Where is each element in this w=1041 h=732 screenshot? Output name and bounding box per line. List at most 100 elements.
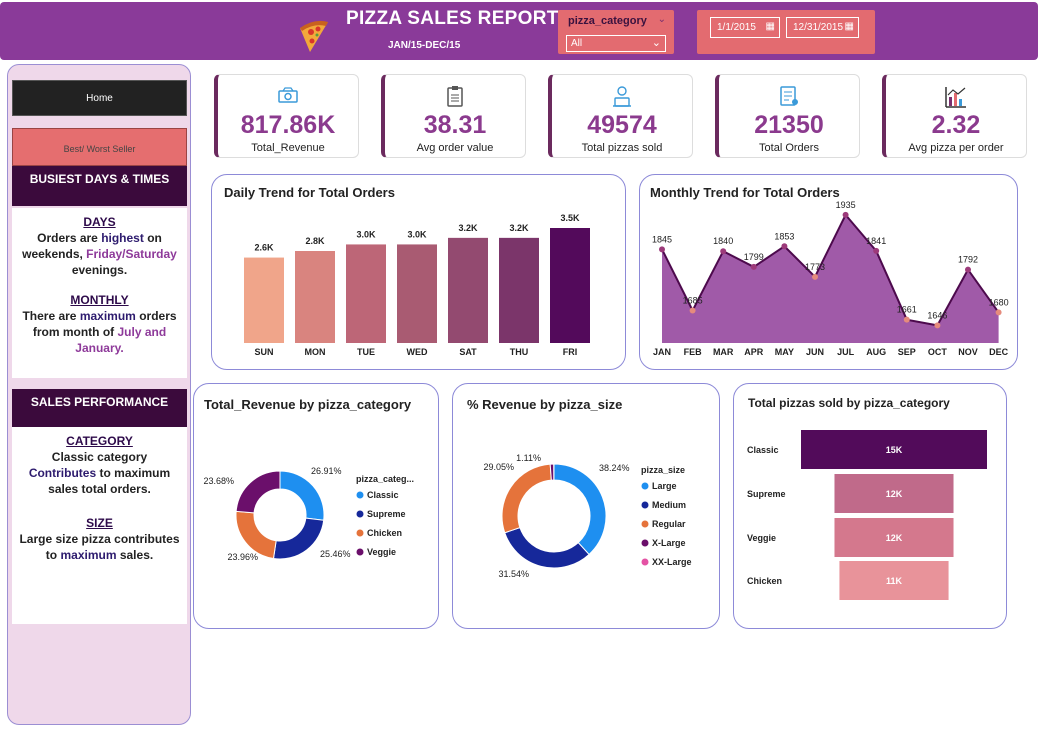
size-title: SIZE (86, 516, 113, 530)
data-label: 11K (886, 576, 903, 586)
legend-label: X-Large (652, 538, 686, 548)
data-point (750, 263, 757, 270)
data-label: 2.8K (305, 236, 325, 246)
pie-slice (504, 526, 590, 569)
legend-label: XX-Large (652, 557, 692, 567)
slice-label: 38.24% (599, 463, 630, 473)
legend-label: Medium (652, 500, 686, 510)
pie-slice (549, 463, 555, 481)
x-tick-label: FEB (684, 347, 703, 357)
legend-marker (356, 510, 364, 518)
category-label: Veggie (747, 533, 776, 543)
bar (295, 251, 335, 343)
data-point (689, 307, 696, 314)
bar (397, 244, 437, 343)
x-tick-label: APR (744, 347, 764, 357)
bar (346, 244, 386, 343)
legend-label: Regular (652, 519, 686, 529)
legend-title: pizza_size (641, 465, 685, 475)
bar (550, 228, 590, 343)
revenue-by-size-card: % Revenue by pizza_size 38.24% 31.54% 29.0… (452, 383, 720, 629)
data-label: 3.0K (407, 229, 427, 239)
kpi-value: 817.86K (240, 111, 336, 139)
category-label: Chicken (747, 576, 782, 586)
data-label: 1792 (958, 255, 978, 265)
pie-slice (235, 470, 281, 514)
bar (499, 237, 539, 343)
category-select-value: All (571, 38, 583, 49)
data-label: 1685 (683, 296, 703, 306)
slice-label: 25.46% (320, 549, 351, 559)
calendar-icon[interactable]: ▦ (845, 21, 854, 32)
home-button[interactable]: Home (12, 80, 187, 116)
busiest-days-heading: BUSIEST DAYS & TIMES (12, 166, 187, 206)
chevron-down-icon[interactable]: ⌄ (658, 14, 666, 25)
date-end-input[interactable]: 12/31/2015 ▦ (786, 17, 859, 38)
legend-marker (356, 491, 364, 499)
sales-performance-heading: SALES PERFORMANCE (12, 389, 187, 427)
x-tick-label: TUE (357, 347, 375, 357)
data-point (659, 246, 665, 253)
monthly-title: MONTHLY (70, 293, 129, 307)
date-start-input[interactable]: 1/1/2015 ▦ (710, 17, 780, 38)
legend-title: pizza_categ... (356, 474, 414, 484)
legend-marker (641, 520, 649, 528)
kpi-total-pizzas-sold: 49574 Total pizzas sold (548, 74, 693, 158)
category-label: Classic (747, 445, 779, 455)
area-fill (662, 214, 999, 343)
pie-slice (553, 463, 607, 556)
date-range-slicer: 1/1/2015 ▦ 12/31/2015 ▦ (697, 10, 875, 54)
kpi-label: Avg pizza per order (908, 142, 1004, 154)
x-tick-label: AUG (866, 347, 886, 357)
bar (244, 257, 284, 343)
data-label: 1799 (744, 252, 764, 262)
data-label: 1845 (652, 234, 672, 244)
slice-label: 29.05% (483, 462, 514, 472)
size-text: Large size pizza contributes to maximum … (19, 532, 180, 562)
daily-trend-card: Daily Trend for Total Orders 2.6K SUN 2.8K… (211, 174, 626, 370)
legend-label: Veggie (367, 547, 396, 557)
pie-slice (272, 517, 325, 560)
revenue-by-category-chart: 26.91% 25.46% 23.96% 23.68% pizza_categ... Cl… (203, 466, 414, 562)
kpi-avg-order-value: 38.31 Avg order value (381, 74, 526, 158)
delivery-icon (613, 86, 631, 107)
data-point (965, 266, 971, 273)
calendar-icon[interactable]: ▦ (766, 21, 775, 32)
slice-label: 26.91% (311, 466, 342, 476)
revenue-by-category-card: Total_Revenue by pizza_category 26.91% 25… (193, 383, 439, 629)
monthly-trend-card: Monthly Trend for Total Orders 1845 JAN 16… (639, 174, 1018, 370)
kpi-value: 49574 (587, 111, 657, 139)
legend-label: Supreme (367, 509, 406, 519)
sales-performance-section: CATEGORY Classic category Contributes to… (12, 427, 187, 624)
revenue-by-size-chart: 38.24% 31.54% 29.05%1.11% pizza_size Large Me… (483, 453, 692, 579)
kpi-label: Total_Revenue (251, 142, 325, 154)
data-point (873, 247, 880, 254)
page-title: PIZZA SALES REPORT (346, 8, 559, 29)
category-slicer-label: pizza_category (568, 15, 647, 27)
kpi-value: 21350 (754, 111, 824, 139)
data-point (842, 211, 849, 218)
days-text: Orders are highest on weekends, Friday/S… (22, 231, 177, 277)
data-label: 1853 (774, 231, 794, 241)
kpi-label: Avg order value (416, 142, 494, 154)
category-select[interactable]: All ⌄ (566, 35, 666, 52)
legend-label: Chicken (367, 528, 402, 538)
category-slicer: pizza_category ⌄ All ⌄ (558, 10, 674, 54)
money-icon (278, 87, 298, 103)
monthly-text: There are maximum orders from month of J… (22, 309, 177, 355)
category-title: CATEGORY (66, 434, 133, 448)
x-tick-label: SEP (898, 347, 916, 357)
data-point (812, 273, 818, 280)
x-tick-label: MON (305, 347, 326, 357)
data-point (934, 322, 941, 329)
clipboard-icon (447, 86, 463, 107)
data-label: 3.2K (509, 223, 529, 233)
data-label: 1935 (836, 200, 856, 210)
best-worst-seller-button[interactable]: Best/ Worst Seller (12, 128, 187, 166)
x-tick-label: MAR (713, 347, 734, 357)
data-label: 3.2K (458, 223, 478, 233)
x-tick-label: FRI (563, 347, 578, 357)
pie-slice (279, 470, 325, 521)
kpi-value: 38.31 (423, 111, 487, 139)
data-label: 1773 (805, 262, 825, 272)
